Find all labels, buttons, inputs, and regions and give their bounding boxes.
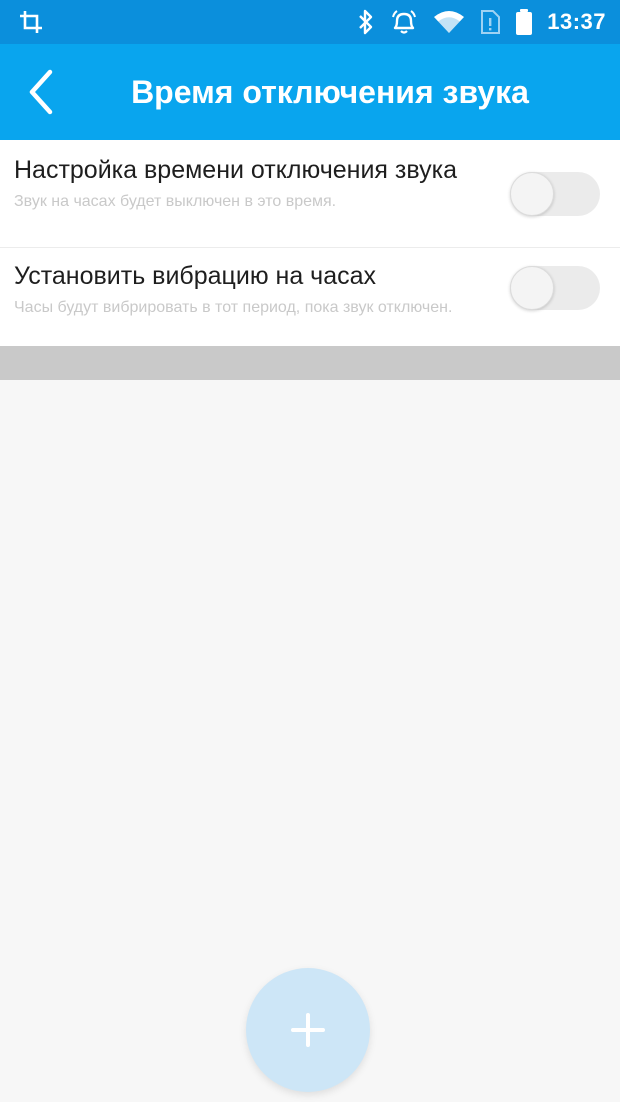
status-left bbox=[18, 9, 44, 35]
back-button[interactable] bbox=[16, 66, 68, 118]
status-right: 13:37 bbox=[357, 8, 606, 36]
battery-icon bbox=[516, 9, 533, 35]
vibration-subtitle: Часы будут вибрировать в тот период, пок… bbox=[14, 299, 453, 316]
mute-schedule-setting: Настройка времени отключения звука Звук … bbox=[0, 140, 620, 248]
screenshot-icon bbox=[20, 11, 42, 33]
wifi-icon bbox=[434, 11, 465, 33]
plus-icon bbox=[291, 1013, 325, 1047]
bluetooth-icon bbox=[359, 9, 373, 35]
mute-schedule-subtitle: Звук на часах будет выключен в это время… bbox=[14, 193, 337, 210]
chevron-left-icon bbox=[29, 69, 53, 115]
section-divider bbox=[0, 346, 620, 380]
status-time: 13:37 bbox=[547, 9, 606, 34]
screen: 13:37 Время отключения звука Настройка в… bbox=[0, 0, 620, 1102]
toggle-knob bbox=[510, 266, 554, 310]
vibration-toggle[interactable] bbox=[510, 266, 600, 310]
vibration-setting: Установить вибрацию на часах Часы будут … bbox=[0, 248, 620, 346]
page-title: Время отключения звука bbox=[131, 73, 529, 110]
mute-schedule-title: Настройка времени отключения звука bbox=[14, 156, 457, 184]
sim-icon bbox=[481, 10, 501, 34]
toggle-knob bbox=[510, 172, 554, 216]
mute-schedule-toggle[interactable] bbox=[510, 172, 600, 216]
alarm-icon bbox=[392, 10, 417, 34]
status-bar: 13:37 bbox=[0, 0, 620, 44]
settings-list: Настройка времени отключения звука Звук … bbox=[0, 140, 620, 346]
app-bar: Время отключения звука bbox=[0, 44, 620, 140]
add-mute-period-button[interactable] bbox=[246, 968, 370, 1092]
vibration-title: Установить вибрацию на часах bbox=[14, 262, 376, 290]
